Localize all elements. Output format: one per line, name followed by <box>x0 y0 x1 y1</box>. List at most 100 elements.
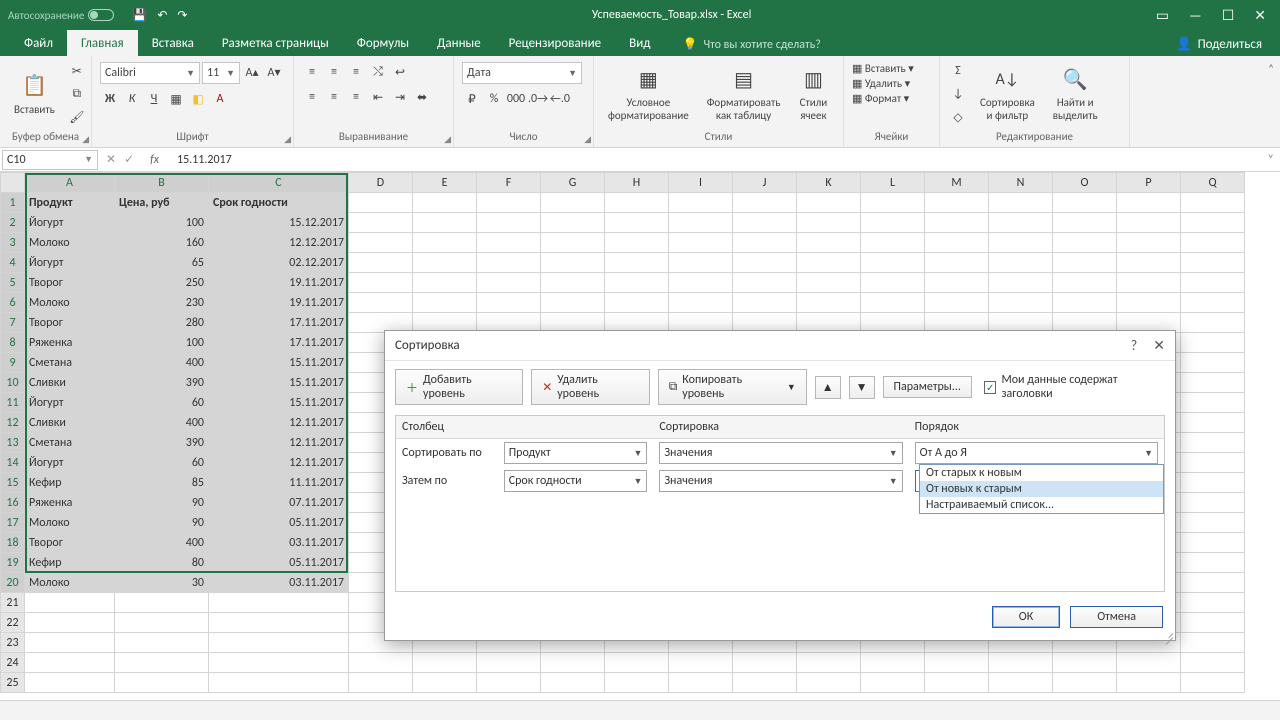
align-bottom-icon[interactable]: ≡ <box>346 62 366 82</box>
cell-B17[interactable]: 90 <box>115 513 209 533</box>
border-icon[interactable]: ▦ <box>166 89 186 109</box>
cell-empty[interactable] <box>1117 273 1181 293</box>
cell-A24[interactable] <box>25 653 115 673</box>
cell-empty[interactable] <box>1181 433 1245 453</box>
cell-empty[interactable] <box>733 233 797 253</box>
cell-empty[interactable] <box>1181 553 1245 573</box>
italic-button[interactable]: К <box>122 89 142 109</box>
cell-C19[interactable]: 05.11.2017 <box>209 553 349 573</box>
cell-A17[interactable]: Молоко <box>25 513 115 533</box>
ok-button[interactable]: ОК <box>992 606 1060 628</box>
name-box[interactable]: C10▼ <box>2 150 98 170</box>
move-down-button[interactable]: ▼ <box>849 376 875 399</box>
row-header-9[interactable]: 9 <box>1 353 25 373</box>
cell-empty[interactable] <box>541 233 605 253</box>
cell-empty[interactable] <box>349 253 413 273</box>
cell-empty[interactable] <box>797 293 861 313</box>
cell-empty[interactable] <box>1181 293 1245 313</box>
cell-empty[interactable] <box>477 253 541 273</box>
cell-empty[interactable] <box>797 213 861 233</box>
cell-empty[interactable] <box>1181 573 1245 593</box>
cell-empty[interactable] <box>605 653 669 673</box>
cell-empty[interactable] <box>1117 673 1181 693</box>
cell-B21[interactable] <box>115 593 209 613</box>
cell-empty[interactable] <box>861 653 925 673</box>
cell-empty[interactable] <box>925 273 989 293</box>
cell-empty[interactable] <box>861 253 925 273</box>
cell-empty[interactable] <box>477 673 541 693</box>
cell-A7[interactable]: Творог <box>25 313 115 333</box>
close-icon[interactable]: ✕ <box>1254 7 1266 24</box>
cell-empty[interactable] <box>1053 673 1117 693</box>
cell-empty[interactable] <box>925 293 989 313</box>
cell-empty[interactable] <box>477 273 541 293</box>
row-header-15[interactable]: 15 <box>1 473 25 493</box>
sort-on-select-1[interactable]: Значения▼ <box>659 442 902 464</box>
cell-empty[interactable] <box>989 673 1053 693</box>
order-option-new-old[interactable]: От новых к старым <box>920 481 1163 497</box>
cell-empty[interactable] <box>541 293 605 313</box>
increase-decimal-icon[interactable]: .0→ <box>528 89 548 109</box>
order-option-custom[interactable]: Настраиваемый список... <box>920 497 1163 513</box>
cell-A9[interactable]: Сметана <box>25 353 115 373</box>
cell-empty[interactable] <box>1181 493 1245 513</box>
tab-view[interactable]: Вид <box>615 30 664 56</box>
row-header-10[interactable]: 10 <box>1 373 25 393</box>
cell-empty[interactable] <box>413 273 477 293</box>
row-header-3[interactable]: 3 <box>1 233 25 253</box>
headers-checkbox[interactable]: ✓Мои данные содержат заголовки <box>984 373 1165 401</box>
col-header-Q[interactable]: Q <box>1181 173 1245 193</box>
cell-empty[interactable] <box>605 253 669 273</box>
cell-C6[interactable]: 19.11.2017 <box>209 293 349 313</box>
font-launcher-icon[interactable]: ◢ <box>284 134 291 145</box>
increase-font-icon[interactable]: A▴ <box>242 62 262 82</box>
tell-me[interactable]: 💡 Что вы хотите сделать? <box>682 37 820 56</box>
cell-empty[interactable] <box>349 293 413 313</box>
cell-empty[interactable] <box>1181 333 1245 353</box>
cut-icon[interactable]: ✂ <box>67 61 87 81</box>
cell-empty[interactable] <box>733 273 797 293</box>
alignment-launcher-icon[interactable]: ◢ <box>444 134 451 145</box>
cell-A10[interactable]: Сливки <box>25 373 115 393</box>
cell-C23[interactable] <box>209 633 349 653</box>
cell-empty[interactable] <box>989 253 1053 273</box>
clipboard-launcher-icon[interactable]: ◢ <box>82 134 89 145</box>
cell-B11[interactable]: 60 <box>115 393 209 413</box>
cell-empty[interactable] <box>989 193 1053 213</box>
autosave-toggle[interactable]: Автосохранение <box>8 9 114 22</box>
cell-B16[interactable]: 90 <box>115 493 209 513</box>
formula-input[interactable]: 15.11.2017 <box>169 153 1262 167</box>
cell-C24[interactable] <box>209 653 349 673</box>
col-header-J[interactable]: J <box>733 173 797 193</box>
cell-empty[interactable] <box>925 233 989 253</box>
tab-page-layout[interactable]: Разметка страницы <box>208 30 343 56</box>
cell-empty[interactable] <box>349 673 413 693</box>
cell-A16[interactable]: Ряженка <box>25 493 115 513</box>
cell-empty[interactable] <box>349 653 413 673</box>
clear-icon[interactable]: ◇ <box>948 107 968 127</box>
delete-level-button[interactable]: ✕Удалить уровень <box>531 369 650 405</box>
cell-B20[interactable]: 30 <box>115 573 209 593</box>
merge-icon[interactable]: ⬌ <box>412 87 432 107</box>
cell-empty[interactable] <box>797 193 861 213</box>
cell-empty[interactable] <box>413 673 477 693</box>
cell-empty[interactable] <box>1117 213 1181 233</box>
cell-C3[interactable]: 12.12.2017 <box>209 233 349 253</box>
cancel-button[interactable]: Отмена <box>1070 606 1163 628</box>
cell-empty[interactable] <box>1181 653 1245 673</box>
row-header-19[interactable]: 19 <box>1 553 25 573</box>
cell-empty[interactable] <box>413 233 477 253</box>
sort-on-select-2[interactable]: Значения▼ <box>659 470 902 492</box>
copy-level-button[interactable]: ⧉Копировать уровень▼ <box>658 369 807 405</box>
number-format-combo[interactable]: Дата▼ <box>462 62 582 84</box>
dialog-help-icon[interactable]: ? <box>1131 337 1138 354</box>
row-header-25[interactable]: 25 <box>1 673 25 693</box>
dialog-close-icon[interactable]: ✕ <box>1153 337 1165 354</box>
cell-empty[interactable] <box>989 653 1053 673</box>
cell-C11[interactable]: 15.11.2017 <box>209 393 349 413</box>
cell-empty[interactable] <box>413 293 477 313</box>
cell-B7[interactable]: 280 <box>115 313 209 333</box>
cell-B23[interactable] <box>115 633 209 653</box>
cell-A19[interactable]: Кефир <box>25 553 115 573</box>
cell-empty[interactable] <box>797 653 861 673</box>
